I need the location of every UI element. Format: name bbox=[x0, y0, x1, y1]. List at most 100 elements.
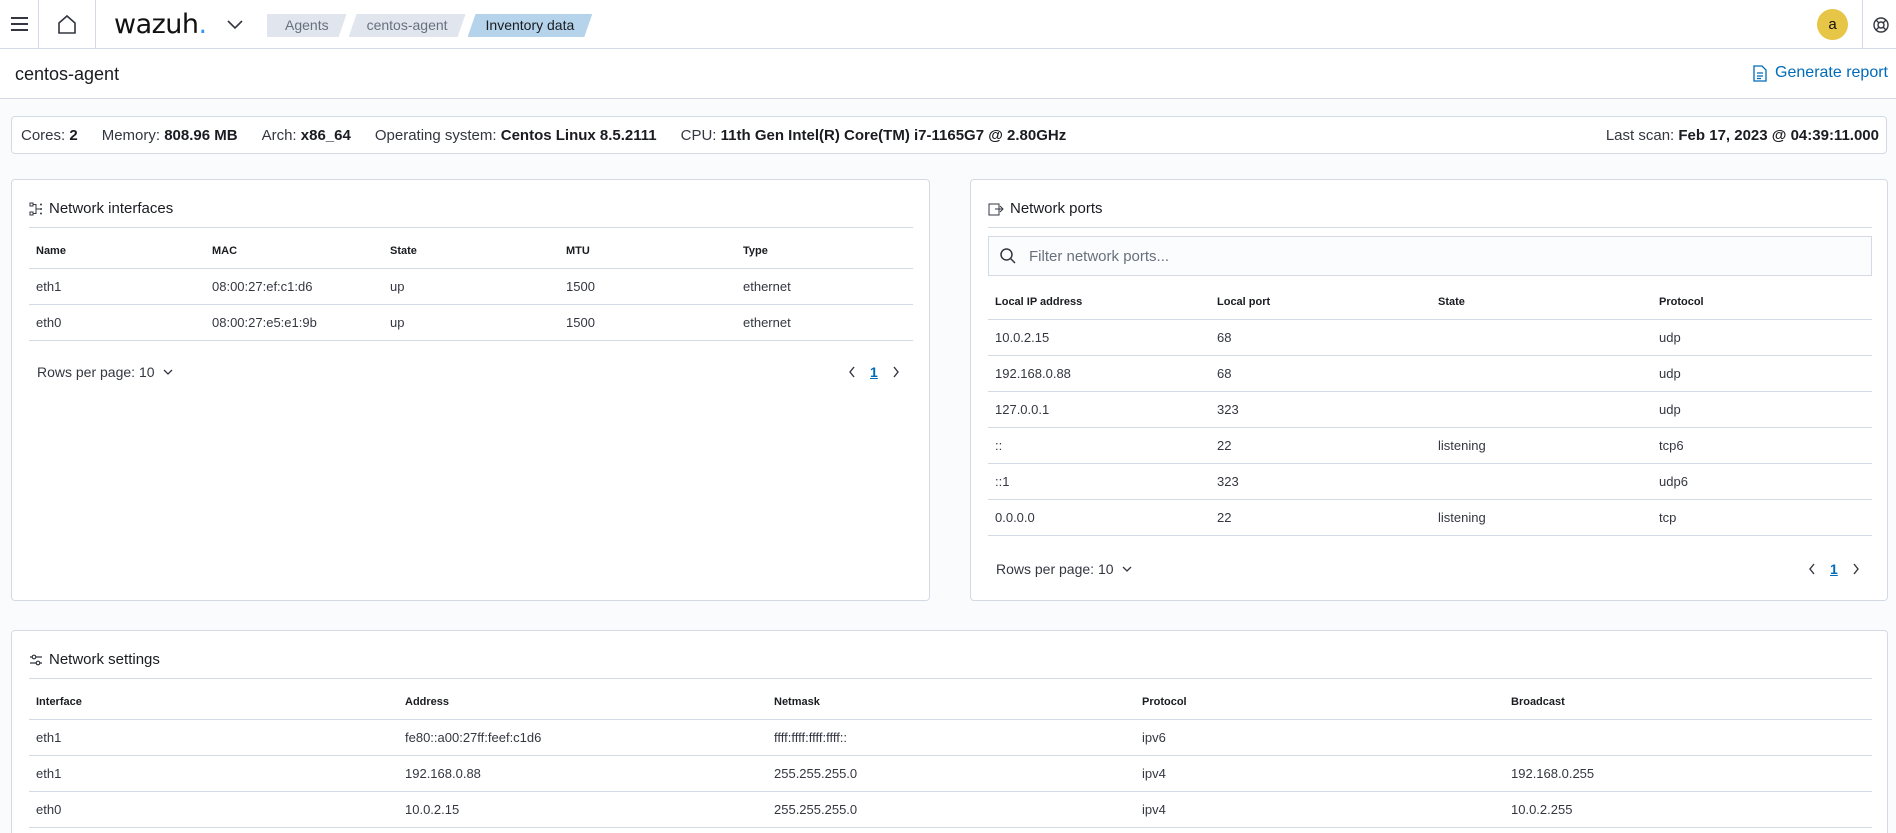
cell-mtu: 1500 bbox=[559, 268, 736, 305]
arch-label: Arch: bbox=[261, 126, 297, 144]
cell-broadcast bbox=[1504, 719, 1872, 756]
column-header-protocol[interactable]: Protocol bbox=[1135, 686, 1504, 720]
hamburger-icon bbox=[10, 23, 28, 25]
table-row: eth0 08:00:27:e5:e1:9b up 1500 ethernet bbox=[29, 304, 913, 341]
generate-report-button[interactable]: Generate report bbox=[1753, 64, 1888, 82]
generate-report-label: Generate report bbox=[1775, 64, 1888, 81]
chevron-right-icon[interactable] bbox=[892, 366, 900, 378]
network-settings-icon bbox=[30, 654, 42, 665]
menu-toggle-button[interactable] bbox=[0, 0, 38, 49]
cell-address: fe80::a00:27ff:feef:c1d6 bbox=[398, 719, 767, 756]
breadcrumb-inventory-data: Inventory data bbox=[468, 14, 593, 37]
network-ports-panel: Network ports Filter network ports... Lo… bbox=[970, 179, 1888, 601]
divider bbox=[988, 227, 1872, 228]
breadcrumb: Agents centos-agent Inventory data bbox=[267, 14, 594, 37]
search-icon bbox=[1000, 248, 1016, 264]
table-row: ::1 323 udp6 bbox=[988, 463, 1872, 500]
cell-protocol: udp bbox=[1652, 319, 1872, 356]
cell-local-port: 22 bbox=[1210, 427, 1431, 464]
table-header-row: Local IP address Local port State Protoc… bbox=[988, 286, 1872, 320]
cell-type: ethernet bbox=[736, 268, 913, 305]
network-interfaces-icon bbox=[29, 202, 42, 215]
column-header-type[interactable]: Type bbox=[736, 235, 913, 269]
column-header-name[interactable]: Name bbox=[29, 235, 205, 269]
chevron-down-icon bbox=[163, 369, 172, 375]
cell-local-port: 68 bbox=[1210, 319, 1431, 356]
chevron-left-icon[interactable] bbox=[1808, 563, 1816, 575]
chevron-left-icon[interactable] bbox=[848, 366, 856, 378]
cpu-value: 11th Gen Intel(R) Core(TM) i7-1165G7 @ 2… bbox=[720, 126, 1067, 144]
column-header-interface[interactable]: Interface bbox=[29, 686, 398, 720]
column-header-state[interactable]: State bbox=[1431, 286, 1652, 320]
page-number-button[interactable]: 1 bbox=[870, 364, 878, 380]
cell-address: 192.168.0.88 bbox=[398, 755, 767, 792]
cell-state bbox=[1431, 319, 1652, 356]
breadcrumb-centos-agent[interactable]: centos-agent bbox=[349, 14, 466, 37]
cell-local-ip: 0.0.0.0 bbox=[988, 499, 1210, 536]
column-header-broadcast[interactable]: Broadcast bbox=[1504, 686, 1872, 720]
network-interfaces-title: Network interfaces bbox=[49, 200, 174, 217]
table-row: eth0 10.0.2.15 255.255.255.0 ipv4 10.0.2… bbox=[29, 791, 1872, 828]
cell-state bbox=[1431, 355, 1652, 392]
help-lifebuoy-icon bbox=[1873, 16, 1889, 33]
page-number-button[interactable]: 1 bbox=[1830, 561, 1838, 577]
help-button[interactable] bbox=[1866, 0, 1896, 49]
column-header-netmask[interactable]: Netmask bbox=[767, 686, 1135, 720]
filter-network-ports-input[interactable]: Filter network ports... bbox=[988, 236, 1872, 276]
cell-local-ip: ::1 bbox=[988, 463, 1210, 500]
last-scan-label: Last scan: bbox=[1605, 127, 1675, 144]
rows-per-page-selector[interactable]: Rows per page: 10 bbox=[996, 561, 1132, 577]
cell-state bbox=[1431, 463, 1652, 500]
column-header-address[interactable]: Address bbox=[398, 686, 767, 720]
network-settings-table: Interface Address Netmask Protocol Broad… bbox=[29, 686, 1872, 828]
chevron-down-icon bbox=[227, 20, 243, 30]
arch-info: Arch: x86_64 bbox=[262, 127, 351, 144]
cell-protocol: tcp6 bbox=[1652, 427, 1872, 464]
breadcrumb-agents[interactable]: Agents bbox=[267, 14, 347, 37]
divider bbox=[29, 227, 913, 228]
table-row: eth1 192.168.0.88 255.255.255.0 ipv4 192… bbox=[29, 755, 1872, 792]
document-icon bbox=[1753, 64, 1767, 82]
column-header-state[interactable]: State bbox=[383, 235, 559, 269]
network-settings-panel: Network settings Interface Address Netma… bbox=[11, 630, 1888, 833]
divider bbox=[1862, 0, 1863, 49]
cell-broadcast: 192.168.0.255 bbox=[1504, 755, 1872, 792]
last-scan-info: Last scan: Feb 17, 2023 @ 04:39:11.000 bbox=[1606, 127, 1879, 144]
pagination: 1 bbox=[1808, 561, 1860, 577]
home-icon bbox=[58, 14, 76, 34]
cell-name: eth0 bbox=[29, 304, 205, 341]
rows-per-page-selector[interactable]: Rows per page: 10 bbox=[37, 364, 173, 380]
column-header-local-ip[interactable]: Local IP address bbox=[988, 286, 1210, 320]
page-title: centos-agent bbox=[15, 64, 120, 84]
cell-protocol: udp bbox=[1652, 391, 1872, 428]
column-header-local-port[interactable]: Local port bbox=[1210, 286, 1431, 320]
home-button[interactable] bbox=[39, 0, 95, 49]
network-ports-title: Network ports bbox=[1010, 200, 1103, 217]
network-settings-header: Network settings bbox=[29, 651, 160, 668]
cell-protocol: tcp bbox=[1652, 499, 1872, 536]
cell-protocol: udp6 bbox=[1652, 463, 1872, 500]
cell-address: 10.0.2.15 bbox=[398, 791, 767, 828]
cell-local-port: 68 bbox=[1210, 355, 1431, 392]
column-header-mtu[interactable]: MTU bbox=[559, 235, 736, 269]
chevron-right-icon[interactable] bbox=[1852, 563, 1860, 575]
cell-mtu: 1500 bbox=[559, 304, 736, 341]
cell-protocol: ipv6 bbox=[1135, 719, 1504, 756]
cores-value: 2 bbox=[69, 126, 78, 144]
app-menu-toggle[interactable] bbox=[223, 0, 247, 49]
cell-mac: 08:00:27:ef:c1:d6 bbox=[205, 268, 383, 305]
cores-info: Cores: 2 bbox=[21, 127, 78, 144]
user-avatar[interactable]: a bbox=[1817, 9, 1848, 40]
network-ports-icon bbox=[988, 203, 1004, 215]
cell-protocol: udp bbox=[1652, 355, 1872, 392]
os-label: Operating system: bbox=[374, 126, 497, 144]
last-scan-value: Feb 17, 2023 @ 04:39:11.000 bbox=[1678, 127, 1879, 144]
column-header-protocol[interactable]: Protocol bbox=[1652, 286, 1872, 320]
column-header-mac[interactable]: MAC bbox=[205, 235, 383, 269]
cell-state bbox=[1431, 391, 1652, 428]
table-row: :: 22 listening tcp6 bbox=[988, 427, 1872, 464]
network-settings-title: Network settings bbox=[49, 651, 160, 668]
table-row: 10.0.2.15 68 udp bbox=[988, 319, 1872, 356]
wazuh-logo[interactable]: wazuh. bbox=[114, 0, 207, 49]
table-header-row: Name MAC State MTU Type bbox=[29, 235, 913, 269]
